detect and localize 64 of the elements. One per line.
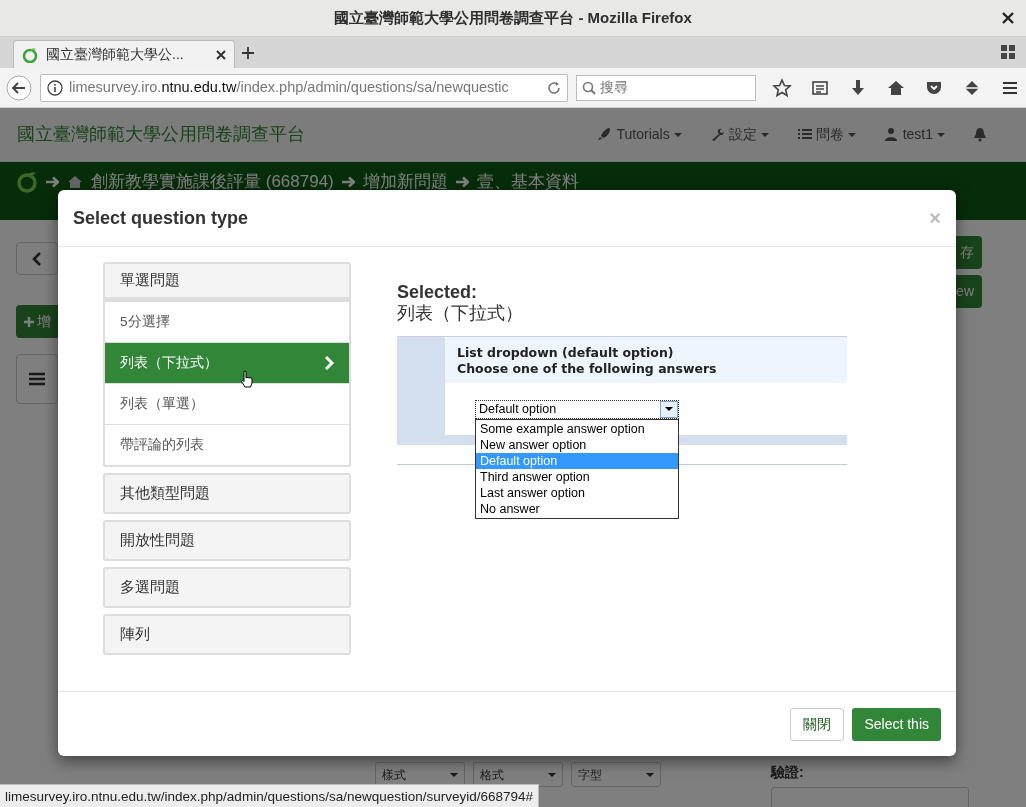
question-type-item[interactable]: 帶評論的列表 [105, 424, 349, 465]
caret-icon [937, 132, 945, 137]
dropdown-option[interactable]: Some example answer option [476, 420, 678, 437]
dropdown-field[interactable]: Default option [475, 399, 679, 419]
search-icon [582, 80, 596, 95]
category-header[interactable]: 單選問題 [105, 264, 349, 301]
question-text: List dropdown (default option) [457, 345, 675, 361]
leaf-logo-icon [16, 171, 38, 193]
plus-icon [24, 316, 34, 327]
category-header[interactable]: 陣列 [105, 616, 349, 653]
category-header[interactable]: 開放性問題 [105, 522, 349, 559]
star-icon[interactable] [772, 77, 792, 98]
select-button[interactable]: Select this [852, 707, 941, 741]
category-header[interactable]: 多選問題 [105, 569, 349, 606]
home-icon [67, 174, 83, 190]
arrow-icon [46, 176, 59, 188]
close-button[interactable]: 關閉 [790, 707, 845, 741]
new-tab-icon[interactable] [241, 46, 255, 60]
close-icon [1002, 12, 1014, 25]
menu-button[interactable] [16, 354, 58, 404]
search-field[interactable]: 搜尋 [576, 74, 756, 101]
back-icon[interactable] [6, 74, 32, 101]
caret-icon [673, 132, 682, 137]
window-title: 國立臺灣師範大學公用問卷調查平台 - Mozilla Firefox [334, 7, 692, 28]
reload-icon[interactable] [547, 80, 561, 95]
preview-heading: Selected: [397, 282, 479, 303]
dropdown-option[interactable]: New answer option [476, 436, 678, 453]
url-field[interactable]: limesurvey.iro.ntnu.edu.tw/index.php/admin/questions/sa/newquestic [40, 73, 568, 102]
format-dropdown[interactable]: 字型 [571, 762, 661, 787]
dropdown-option[interactable]: Third answer option [476, 468, 678, 485]
menu-link[interactable]: 設定 [709, 124, 769, 145]
status-bar: limesurvey.iro.ntnu.edu.tw/index.php/admin/questions/sa/newquestion/surveyid/668794# [0, 784, 540, 807]
caret-icon [450, 772, 458, 777]
field-label: 驗證: [771, 763, 805, 782]
menu-link[interactable]: Tutorials [597, 124, 682, 145]
category-header[interactable]: 其他類型問題 [105, 475, 349, 512]
arrow-icon [341, 176, 355, 188]
grid-icon[interactable] [1000, 44, 1016, 60]
chevron-right-icon [324, 355, 334, 371]
info-icon [47, 79, 63, 96]
list-icon [796, 127, 812, 142]
question-type-item[interactable]: 列表（下拉式） [105, 342, 349, 383]
caret-icon [548, 772, 556, 777]
leaf-logo-icon [22, 46, 38, 63]
menu-icon [29, 372, 45, 386]
caret-icon [646, 772, 654, 777]
caret-icon [760, 132, 769, 137]
back-button[interactable] [16, 242, 58, 275]
bell-icon[interactable] [973, 127, 987, 142]
caret-icon [665, 407, 673, 412]
caret-icon [847, 132, 856, 137]
search-input[interactable]: 搜尋 [600, 77, 750, 98]
browser-tab[interactable]: 國立臺灣師範大學公... [13, 40, 235, 68]
dropdown-option[interactable]: Last answer option [476, 484, 678, 501]
close-icon[interactable] [216, 49, 226, 60]
chevron-left-icon [32, 251, 42, 266]
selected-type-text: 列表（下拉式） [397, 302, 524, 325]
help-text: Choose one of the following answers [457, 360, 718, 377]
user-icon [883, 127, 899, 142]
dialog-title: Select question type [73, 206, 249, 230]
hand-pointer-icon [240, 370, 254, 388]
arrow-icon [455, 176, 469, 188]
menu-link[interactable]: 問卷 [796, 124, 856, 145]
dropdown-option[interactable]: No answer [476, 500, 678, 517]
